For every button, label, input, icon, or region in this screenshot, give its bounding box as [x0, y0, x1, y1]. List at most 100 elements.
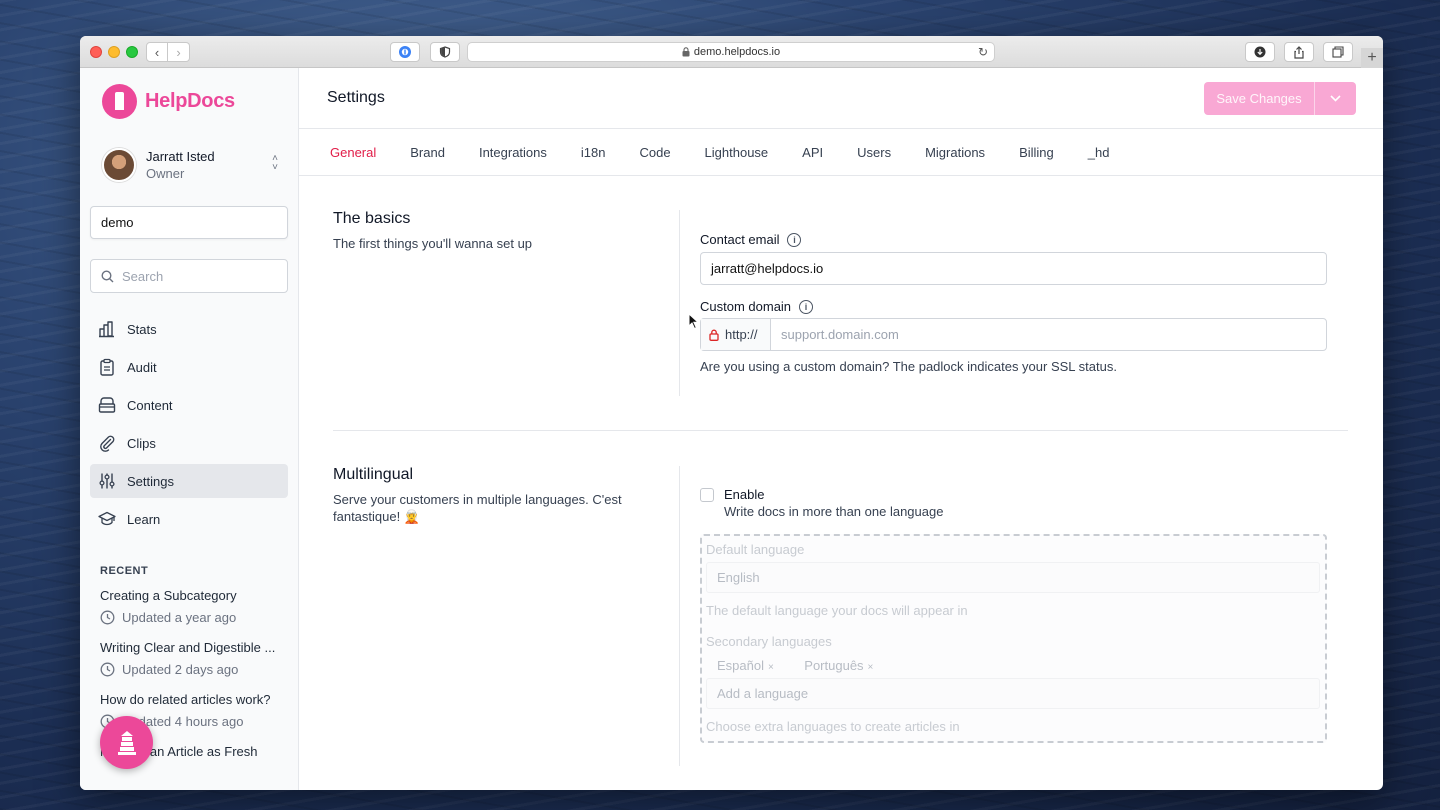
section-title: The basics	[333, 210, 411, 227]
secondary-language-chips: Español × Português ×	[717, 657, 899, 675]
language-chip: Português ×	[804, 658, 873, 673]
helpdocs-logo[interactable]: HelpDocs	[102, 84, 235, 119]
tab-brand[interactable]: Brand	[410, 145, 445, 160]
back-button[interactable]: ‹	[146, 42, 168, 62]
custom-domain-label: Custom domain i	[700, 299, 814, 314]
user-name: Jarratt Isted	[146, 149, 215, 164]
tab-migrations[interactable]: Migrations	[925, 145, 985, 160]
custom-domain-field: http:// support.domain.com	[700, 318, 1327, 351]
save-button-group: Save Changes	[1204, 82, 1356, 115]
page-header: Settings Save Changes	[299, 68, 1383, 129]
sidebar-item-label: Settings	[127, 473, 174, 489]
search-icon	[101, 269, 114, 282]
password-extension-button[interactable]	[390, 42, 420, 62]
sidebar-nav: Stats Audit Content Clips Settings Learn	[90, 312, 288, 540]
zoom-window-button[interactable]	[126, 46, 138, 58]
lighthouse-icon	[117, 730, 136, 755]
remove-chip-icon[interactable]: ×	[768, 662, 774, 673]
account-switcher[interactable]: Jarratt Isted Owner ˄ ˅	[102, 148, 278, 182]
secondary-languages-label: Secondary languages	[706, 634, 832, 649]
section-title: Multilingual	[333, 466, 414, 483]
sidebar-item-settings[interactable]: Settings	[90, 464, 288, 498]
tab-api[interactable]: API	[802, 145, 823, 160]
language-chip-label: Español	[717, 658, 764, 673]
onepassword-icon	[399, 46, 411, 58]
sidebar-item-content[interactable]: Content	[90, 388, 288, 422]
enable-multilingual-checkbox[interactable]	[700, 488, 714, 502]
address-bar[interactable]: demo.helpdocs.io ↻	[467, 42, 995, 62]
site-selector-input[interactable]: demo	[90, 206, 288, 239]
default-language-label: Default language	[706, 542, 805, 557]
new-tab-button[interactable]: +	[1361, 48, 1383, 68]
contact-email-label-text: Contact email	[700, 232, 780, 247]
default-language-select[interactable]: English	[706, 562, 1320, 593]
chevron-right-icon: ›	[176, 44, 181, 60]
remove-chip-icon[interactable]: ×	[868, 662, 874, 673]
contact-email-field[interactable]: jarratt@helpdocs.io	[700, 252, 1327, 285]
downloads-button[interactable]	[1245, 42, 1275, 62]
helpdocs-logo-icon	[102, 84, 137, 119]
add-language-input[interactable]: Add a language	[706, 678, 1320, 709]
sidebar-item-label: Content	[127, 397, 173, 413]
reload-icon[interactable]: ↻	[978, 45, 988, 59]
minimize-window-button[interactable]	[108, 46, 120, 58]
section-divider	[333, 430, 1348, 431]
recent-article-title: How do related articles work?	[100, 692, 271, 707]
chevron-left-icon: ‹	[154, 44, 160, 60]
download-icon	[1254, 46, 1266, 58]
archive-icon	[98, 397, 116, 413]
custom-domain-help: Are you using a custom domain? The padlo…	[700, 359, 1117, 374]
settings-tabs: General Brand Integrations i18n Code Lig…	[299, 129, 1383, 176]
privacy-extension-button[interactable]	[430, 42, 460, 62]
tabs-overview-button[interactable]	[1323, 42, 1353, 62]
browser-window: ‹ › demo.helpdocs.io ↻ + HelpDocs Jarrat…	[80, 36, 1383, 790]
tab-users[interactable]: Users	[857, 145, 891, 160]
save-options-button[interactable]	[1314, 82, 1356, 115]
padlock-icon	[709, 329, 719, 341]
plus-icon: +	[1367, 49, 1377, 66]
tab-i18n[interactable]: i18n	[581, 145, 606, 160]
section-divider-vertical	[679, 210, 680, 396]
close-window-button[interactable]	[90, 46, 102, 58]
cursor-arrow-icon	[688, 312, 700, 330]
chevron-up-down-icon: ˄ ˅	[272, 153, 278, 173]
browser-titlebar: ‹ › demo.helpdocs.io ↻ +	[80, 36, 1383, 68]
address-bar-url: demo.helpdocs.io	[693, 46, 781, 58]
share-button[interactable]	[1284, 42, 1314, 62]
enable-label: Enable	[724, 487, 765, 502]
info-icon[interactable]: i	[787, 232, 802, 247]
sidebar-item-learn[interactable]: Learn	[90, 502, 288, 536]
basics-section: The basics The first things you'll wanna…	[333, 210, 1348, 252]
sidebar: HelpDocs Jarratt Isted Owner ˄ ˅ demo Sea…	[80, 68, 299, 790]
language-chip: Español ×	[717, 658, 774, 673]
page-title: Settings	[327, 89, 385, 106]
recent-article[interactable]: Writing Clear and Digestible ... Updated…	[100, 640, 280, 677]
tab-integrations[interactable]: Integrations	[479, 145, 547, 160]
protocol-prefix: http://	[701, 319, 771, 350]
recent-article-updated: Updated 2 days ago	[122, 662, 239, 677]
contact-email-label: Contact email i	[700, 232, 802, 247]
save-changes-button[interactable]: Save Changes	[1204, 82, 1314, 115]
tab-lighthouse[interactable]: Lighthouse	[705, 145, 769, 160]
forward-button[interactable]: ›	[168, 42, 190, 62]
clock-icon	[100, 662, 115, 677]
section-description: Serve your customers in multiple languag…	[333, 492, 622, 524]
help-widget-button[interactable]	[100, 716, 153, 769]
tab-general[interactable]: General	[330, 145, 376, 160]
avatar	[102, 148, 136, 182]
search-input[interactable]: Search	[90, 259, 288, 293]
section-description: The first things you'll wanna set up	[333, 236, 533, 251]
recent-article[interactable]: Creating a Subcategory Updated a year ag…	[100, 588, 280, 625]
tab-hd[interactable]: _hd	[1088, 145, 1110, 160]
chevron-down-icon	[1330, 95, 1341, 102]
tab-billing[interactable]: Billing	[1019, 145, 1054, 160]
sidebar-item-label: Stats	[127, 321, 157, 337]
custom-domain-input[interactable]: support.domain.com	[771, 319, 1326, 350]
tab-code[interactable]: Code	[639, 145, 670, 160]
info-icon[interactable]: i	[799, 299, 814, 314]
sliders-icon	[99, 473, 115, 489]
sidebar-item-clips[interactable]: Clips	[90, 426, 288, 460]
shield-icon	[439, 46, 451, 58]
sidebar-item-audit[interactable]: Audit	[90, 350, 288, 384]
sidebar-item-stats[interactable]: Stats	[90, 312, 288, 346]
